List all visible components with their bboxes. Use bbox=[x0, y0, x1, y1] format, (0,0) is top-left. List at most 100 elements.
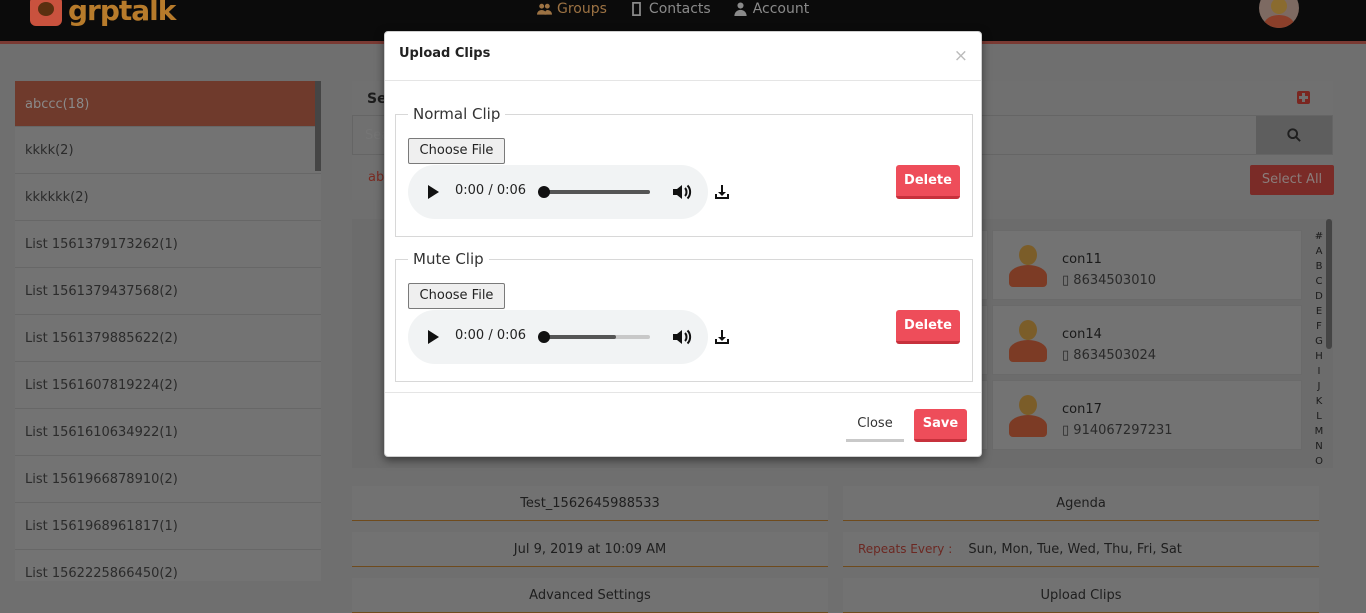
nav-groups[interactable]: Groups bbox=[537, 0, 607, 18]
contacts-scrollbar[interactable] bbox=[1326, 219, 1332, 349]
contact-name: con11 bbox=[1062, 252, 1102, 267]
group-item[interactable]: List 1562225866450(2) bbox=[15, 550, 321, 581]
select-all-button[interactable]: Select All bbox=[1250, 165, 1334, 195]
modal-header: Upload Clips × bbox=[385, 32, 981, 81]
main-nav: Groups Contacts Account bbox=[537, 0, 809, 18]
modal-title: Upload Clips bbox=[399, 46, 491, 61]
alphabet-index: # A B C D E F G H I J K L M N O bbox=[1313, 229, 1325, 469]
alpha-letter[interactable]: E bbox=[1313, 304, 1325, 319]
volume-icon[interactable] bbox=[672, 183, 692, 201]
app-logo[interactable]: grptalk bbox=[30, 0, 176, 27]
choose-file-button[interactable]: Choose File bbox=[408, 138, 505, 164]
alpha-letter[interactable]: C bbox=[1313, 274, 1325, 289]
alpha-letter[interactable]: N bbox=[1313, 439, 1325, 454]
delete-mute-clip-button[interactable]: Delete bbox=[896, 310, 960, 344]
agenda-card[interactable]: Agenda bbox=[843, 486, 1319, 521]
nav-contacts[interactable]: Contacts bbox=[629, 0, 711, 18]
contact-name: con17 bbox=[1062, 402, 1102, 417]
alpha-letter[interactable]: G bbox=[1313, 334, 1325, 349]
contact-avatar bbox=[1009, 245, 1047, 287]
group-item[interactable]: kkkk(2) bbox=[15, 127, 321, 174]
upload-clips-card[interactable]: Upload Clips bbox=[843, 578, 1319, 613]
group-name-card[interactable]: Test_1562645988533 bbox=[352, 486, 828, 521]
alpha-letter[interactable]: A bbox=[1313, 244, 1325, 259]
contact-phone: ▯ 8634503024 bbox=[1062, 348, 1157, 363]
alpha-letter[interactable]: M bbox=[1313, 424, 1325, 439]
search-icon bbox=[1287, 128, 1301, 142]
audio-seek-thumb[interactable] bbox=[538, 331, 550, 343]
play-icon[interactable] bbox=[428, 185, 439, 199]
nav-account[interactable]: Account bbox=[733, 0, 809, 18]
alpha-letter[interactable]: H bbox=[1313, 349, 1325, 364]
users-icon bbox=[537, 3, 552, 15]
alpha-letter[interactable]: B bbox=[1313, 259, 1325, 274]
contact-card[interactable]: con17 ▯ 914067297231 bbox=[992, 380, 1302, 450]
alpha-letter[interactable]: I bbox=[1313, 364, 1325, 379]
upload-clips-modal: Upload Clips × Normal Clip Choose File 0… bbox=[384, 31, 982, 457]
logo-icon bbox=[30, 0, 62, 26]
add-contact-icon[interactable] bbox=[1297, 91, 1310, 104]
contact-phone: ▯ 914067297231 bbox=[1062, 423, 1173, 438]
mute-clip-fieldset: Mute Clip Choose File 0:00 / 0:06 Delete bbox=[395, 250, 973, 382]
group-item[interactable]: List 1561966878910(2) bbox=[15, 456, 321, 503]
audio-buffered-fill bbox=[544, 335, 617, 339]
choose-file-button[interactable]: Choose File bbox=[408, 283, 505, 309]
group-item[interactable]: List 1561607819224(2) bbox=[15, 362, 321, 409]
alpha-letter[interactable]: K bbox=[1313, 394, 1325, 409]
nav-groups-label: Groups bbox=[557, 1, 607, 17]
repeats-label: Repeats Every : bbox=[858, 542, 953, 556]
audio-player: 0:00 / 0:06 bbox=[408, 165, 708, 219]
alpha-letter[interactable]: F bbox=[1313, 319, 1325, 334]
close-button[interactable]: Close bbox=[846, 409, 904, 442]
group-item[interactable]: abccc(18) bbox=[15, 81, 321, 127]
mute-clip-legend: Mute Clip bbox=[408, 250, 489, 268]
download-icon[interactable] bbox=[714, 329, 730, 345]
delete-normal-clip-button[interactable]: Delete bbox=[896, 165, 960, 199]
selected-tag[interactable]: ab bbox=[368, 170, 384, 185]
group-item[interactable]: List 1561379885622(2) bbox=[15, 315, 321, 362]
volume-icon[interactable] bbox=[672, 328, 692, 346]
repeats-value: Sun, Mon, Tue, Wed, Thu, Fri, Sat bbox=[968, 542, 1182, 557]
datetime-card[interactable]: Jul 9, 2019 at 10:09 AM bbox=[352, 532, 828, 567]
close-icon[interactable]: × bbox=[954, 46, 968, 66]
contact-phone-number: 914067297231 bbox=[1073, 423, 1173, 438]
contact-card[interactable]: con14 ▯ 8634503024 bbox=[992, 305, 1302, 375]
play-icon[interactable] bbox=[428, 330, 439, 344]
alpha-letter[interactable]: J bbox=[1313, 379, 1325, 394]
save-button[interactable]: Save bbox=[914, 409, 967, 442]
nav-contacts-label: Contacts bbox=[648, 1, 711, 17]
contact-card[interactable]: con11 ▯ 8634503010 bbox=[992, 230, 1302, 300]
search-button[interactable] bbox=[1256, 116, 1332, 154]
group-item[interactable]: List 1561610634922(1) bbox=[15, 409, 321, 456]
audio-progress-track[interactable] bbox=[544, 335, 650, 339]
contact-phone-number: 8634503010 bbox=[1073, 273, 1157, 288]
audio-time: 0:00 / 0:06 bbox=[455, 328, 527, 343]
address-book-icon bbox=[632, 2, 641, 16]
alpha-letter[interactable]: O bbox=[1313, 454, 1325, 469]
contact-avatar bbox=[1009, 395, 1047, 437]
contact-phone-number: 8634503024 bbox=[1073, 348, 1157, 363]
alpha-letter[interactable]: L bbox=[1313, 409, 1325, 424]
logo-text: grptalk bbox=[68, 0, 176, 27]
advanced-settings-card[interactable]: Advanced Settings bbox=[352, 578, 828, 613]
group-item[interactable]: List 1561379173262(1) bbox=[15, 221, 321, 268]
audio-progress-track[interactable] bbox=[544, 190, 650, 194]
modal-footer: Close Save bbox=[385, 392, 981, 456]
group-item[interactable]: List 1561968961817(1) bbox=[15, 503, 321, 550]
group-item[interactable]: List 1561379437568(2) bbox=[15, 268, 321, 315]
sidebar-scrollbar[interactable] bbox=[315, 81, 321, 171]
repeats-card[interactable]: Repeats Every : Sun, Mon, Tue, Wed, Thu,… bbox=[843, 532, 1319, 567]
audio-time: 0:00 / 0:06 bbox=[455, 183, 527, 198]
contact-avatar bbox=[1009, 320, 1047, 362]
user-avatar[interactable] bbox=[1259, 0, 1299, 28]
alpha-letter[interactable]: # bbox=[1313, 229, 1325, 244]
contact-name: con14 bbox=[1062, 327, 1102, 342]
group-item[interactable]: kkkkkk(2) bbox=[15, 174, 321, 221]
normal-clip-fieldset: Normal Clip Choose File 0:00 / 0:06 Dele… bbox=[395, 105, 973, 237]
alpha-letter[interactable]: D bbox=[1313, 289, 1325, 304]
download-icon[interactable] bbox=[714, 184, 730, 200]
audio-seek-thumb[interactable] bbox=[538, 186, 550, 198]
contact-phone: ▯ 8634503010 bbox=[1062, 273, 1157, 288]
normal-clip-legend: Normal Clip bbox=[408, 105, 506, 123]
groups-sidebar: abccc(18) kkkk(2) kkkkkk(2) List 1561379… bbox=[15, 81, 321, 581]
